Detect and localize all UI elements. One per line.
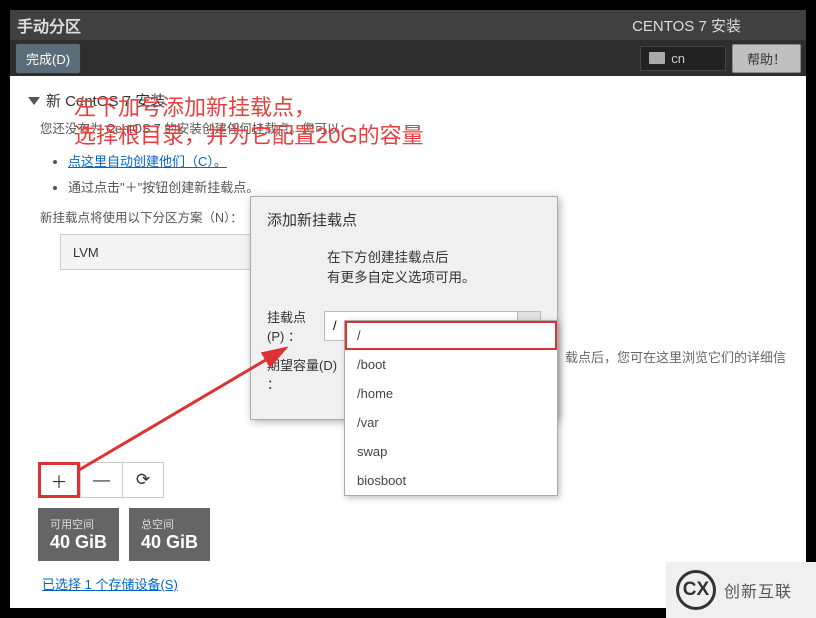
add-mount-button[interactable]: ＋ bbox=[38, 462, 80, 498]
installer-title: CENTOS 7 安装 bbox=[632, 15, 801, 36]
available-space-box: 可用空间 40 GiB bbox=[38, 508, 119, 561]
dialog-title: 添加新挂载点 bbox=[267, 209, 541, 230]
scheme-value: LVM bbox=[73, 245, 99, 260]
list-item: 点这里自动创建他们（C）。 bbox=[68, 147, 363, 171]
minus-icon: — bbox=[93, 470, 110, 490]
dialog-desc: 在下方创建挂载点后 有更多自定义选项可用。 bbox=[327, 248, 541, 289]
remove-mount-button[interactable]: — bbox=[80, 462, 122, 498]
right-instruction: 载点后，您可在这里浏览它们的详细信 bbox=[565, 348, 786, 368]
list-item: 通过点击"＋"按钮创建新挂载点。 bbox=[68, 179, 363, 197]
second-bar: 完成(D) cn 帮助！ bbox=[10, 40, 806, 76]
total-space-value: 40 GiB bbox=[141, 532, 198, 553]
reload-icon: ⟳ bbox=[136, 470, 150, 490]
plus-icon: ＋ bbox=[51, 468, 68, 493]
help-button[interactable]: 帮助！ bbox=[732, 44, 801, 73]
annotation-text-2: 选择根目录，并为它配置20G的容量 bbox=[74, 118, 424, 150]
total-space-label: 总空间 bbox=[141, 516, 198, 532]
desired-capacity-label: 期望容量(D) ： bbox=[267, 355, 339, 393]
total-space-box: 总空间 40 GiB bbox=[129, 508, 210, 561]
available-space-value: 40 GiB bbox=[50, 532, 107, 553]
watermark-icon: CX bbox=[676, 570, 716, 610]
done-button[interactable]: 完成(D) bbox=[15, 43, 81, 74]
dropdown-option-home[interactable]: /home bbox=[345, 379, 557, 408]
topbar: 手动分区 CENTOS 7 安装 bbox=[10, 10, 806, 40]
dropdown-option-var[interactable]: /var bbox=[345, 408, 557, 437]
mount-toolbar: ＋ — ⟳ bbox=[38, 462, 164, 498]
keyboard-layout-label: cn bbox=[671, 51, 685, 66]
available-space-label: 可用空间 bbox=[50, 516, 107, 532]
chevron-down-icon bbox=[28, 97, 40, 105]
dropdown-option-root[interactable]: / bbox=[345, 321, 557, 350]
space-summary: 可用空间 40 GiB 总空间 40 GiB bbox=[38, 508, 210, 561]
keyboard-icon bbox=[649, 52, 665, 64]
mount-point-label: 挂载点(P) ： bbox=[267, 307, 316, 345]
auto-create-link[interactable]: 点这里自动创建他们（C）。 bbox=[68, 153, 227, 171]
reload-button[interactable]: ⟳ bbox=[122, 462, 164, 498]
dropdown-option-biosboot[interactable]: biosboot bbox=[345, 466, 557, 495]
keyboard-layout-selector[interactable]: cn bbox=[640, 46, 726, 71]
watermark-text: 创新互联 bbox=[724, 578, 792, 602]
scheme-select[interactable]: LVM bbox=[60, 234, 280, 270]
page-title: 手动分区 bbox=[15, 13, 81, 37]
watermark: CX 创新互联 bbox=[666, 562, 816, 618]
storage-devices-link[interactable]: 已选择 1 个存储设备(S) bbox=[42, 574, 178, 593]
mount-dropdown-menu: / /boot /home /var swap biosboot bbox=[344, 320, 558, 496]
dropdown-option-swap[interactable]: swap bbox=[345, 437, 557, 466]
dropdown-option-boot[interactable]: /boot bbox=[345, 350, 557, 379]
